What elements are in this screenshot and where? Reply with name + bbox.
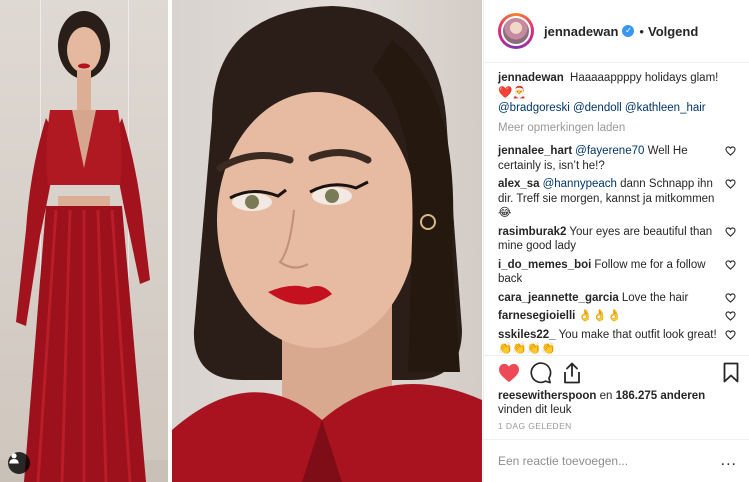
post-photo[interactable] — [0, 0, 482, 482]
header-username[interactable]: jennadewan — [544, 24, 618, 39]
verified-badge-icon: ✓ — [622, 25, 635, 37]
comment-text-block: alex_sa @hannypeach dann Schnapp ihn dir.… — [498, 177, 725, 221]
portrait-figure — [172, 6, 482, 482]
comment-bubble-icon — [530, 361, 552, 383]
comment-text-block: farnesegioielli 👌👌👌 — [498, 309, 725, 324]
comment-like-heart-icon[interactable] — [725, 328, 737, 340]
comments-list[interactable]: jennadewan Haaaaappppy holidays glam! ❤️… — [484, 64, 749, 355]
action-bar — [484, 355, 749, 389]
load-more-comments-button[interactable]: Meer opmerkingen laden — [498, 121, 737, 136]
likes-suffix: vinden dit leuk — [498, 404, 572, 416]
like-button[interactable] — [498, 360, 530, 386]
share-icon — [564, 362, 580, 383]
comment-row: cara_jeannette_garcia Love the hair — [498, 291, 737, 306]
comment-like-heart-icon[interactable] — [725, 225, 737, 237]
likes-count-button[interactable]: 186.275 anderen — [616, 390, 706, 402]
caption-username[interactable]: jennadewan — [498, 72, 564, 84]
following-button[interactable]: Volgend — [648, 24, 698, 39]
comment-username[interactable]: jennalee_hart — [498, 145, 572, 157]
comment-text-block: jennalee_hart @fayerene70 Well He certain… — [498, 144, 725, 173]
comment-like-heart-icon[interactable] — [725, 258, 737, 270]
comment-username[interactable]: sskiles22_ — [498, 329, 556, 341]
comment-button[interactable] — [530, 360, 562, 386]
comment-mention[interactable]: @fayerene70 — [575, 145, 644, 157]
comment-text: 👌👌👌 — [578, 310, 622, 322]
person-tag-icon[interactable] — [8, 452, 30, 474]
comment-text-block: cara_jeannette_garcia Love the hair — [498, 291, 725, 306]
avatar[interactable] — [498, 13, 534, 49]
comment-username[interactable]: rasimburak2 — [498, 226, 566, 238]
caption: jennadewan Haaaaappppy holidays glam! ❤️… — [498, 71, 737, 116]
comment-like-heart-icon[interactable] — [725, 309, 737, 321]
comment-row: rasimburak2 Your eyes are beautiful than … — [498, 225, 737, 254]
comment-row: sskiles22_ You make that outfit look grea… — [498, 328, 737, 356]
add-comment-bar: ... — [484, 439, 749, 482]
photo-full-body-panel — [0, 0, 168, 482]
full-body-figure — [16, 11, 150, 482]
add-comment-input[interactable] — [498, 454, 721, 468]
comment-text-block: rasimburak2 Your eyes are beautiful than … — [498, 225, 725, 254]
caption-mentions[interactable]: @bradgoreski @dendoll @kathleen_hair — [498, 101, 727, 116]
comment-text: Love the hair — [621, 291, 689, 304]
comment-username[interactable]: alex_sa — [498, 178, 540, 190]
share-button[interactable] — [562, 360, 594, 386]
more-options-button[interactable]: ... — [721, 453, 737, 469]
comment-text-block: i_do_memes_boi Follow me for a follow bac… — [498, 258, 725, 287]
header-separator: • — [639, 23, 644, 39]
comment-username[interactable]: cara_jeannette_garcia — [498, 292, 619, 304]
post-timestamp[interactable]: 1 DAG GELEDEN — [498, 421, 572, 431]
comment-text-block: sskiles22_ You make that outfit look grea… — [498, 328, 725, 356]
photo-portrait-panel — [172, 0, 482, 482]
comment-like-heart-icon[interactable] — [725, 177, 737, 189]
likes-and: en — [599, 390, 613, 402]
comment-row: jennalee_hart @fayerene70 Well He certain… — [498, 144, 737, 173]
bookmark-icon — [723, 362, 739, 383]
likes-summary: reesewitherspoon en 186.275 anderen vind… — [498, 389, 738, 417]
comment-row: alex_sa @hannypeach dann Schnapp ihn dir.… — [498, 177, 737, 221]
save-button[interactable] — [719, 360, 739, 386]
comment-like-heart-icon[interactable] — [725, 144, 737, 156]
post-side-panel: jennadewan ✓ • Volgend jennadewan Haaaaa… — [483, 0, 749, 482]
comment-username[interactable]: i_do_memes_boi — [498, 259, 591, 271]
comment-like-heart-icon[interactable] — [725, 291, 737, 303]
heart-filled-icon — [499, 363, 519, 382]
comment-row: farnesegioielli 👌👌👌 — [498, 309, 737, 324]
comment-row: i_do_memes_boi Follow me for a follow bac… — [498, 258, 737, 287]
post-header: jennadewan ✓ • Volgend — [484, 0, 749, 63]
comment-username[interactable]: farnesegioielli — [498, 310, 575, 322]
comment-mention[interactable]: @hannypeach — [543, 178, 617, 190]
likes-first-user[interactable]: reesewitherspoon — [498, 390, 596, 402]
